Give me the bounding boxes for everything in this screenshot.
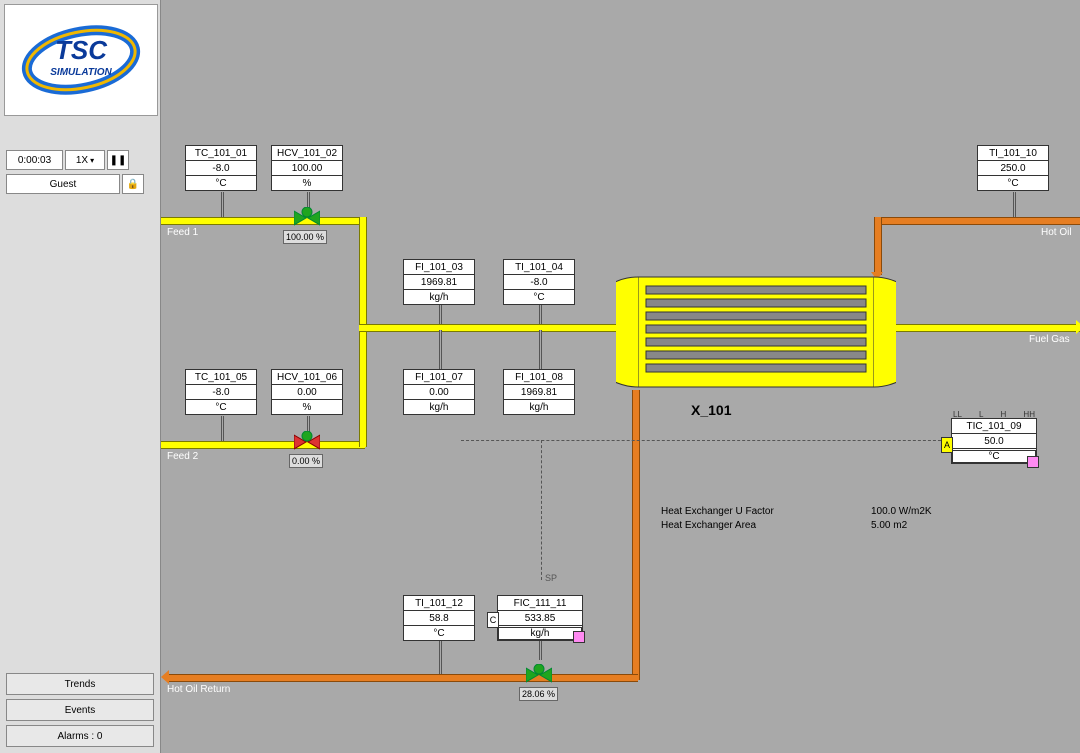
fic-pill — [573, 631, 585, 643]
tag-FIC_111_11[interactable]: FIC_111_11 533.85 kg/h — [497, 596, 583, 641]
line-fuelgas — [890, 324, 1080, 332]
tag-HCV_101_02[interactable]: HCV_101_02100.00% — [271, 146, 343, 191]
label-hotoil: Hot Oil — [1041, 227, 1072, 238]
tag-FI_101_03[interactable]: FI_101_031969.81kg/h — [403, 260, 475, 305]
sp-label: SP — [545, 573, 557, 583]
tag-TC_101_01[interactable]: TC_101_01-8.0°C — [185, 146, 257, 191]
pause-button[interactable]: ❚❚ — [107, 150, 129, 170]
speed-select[interactable]: 1X ▾ — [65, 150, 105, 170]
line-feed2 — [161, 441, 365, 449]
valve2-value: 0.00 % — [289, 454, 323, 468]
label-feed1: Feed 1 — [167, 227, 198, 238]
tag-TI_101_10[interactable]: TI_101_10250.0°C — [977, 146, 1049, 191]
tag-TI_101_12[interactable]: TI_101_1258.8°C — [403, 596, 475, 641]
line-feed2-up — [359, 327, 367, 447]
info-u-val: 100.0 W/m2K — [871, 506, 951, 517]
line-to-hx — [359, 324, 621, 332]
arrow-fuelgas — [1076, 320, 1080, 334]
info-a-val: 5.00 m2 — [871, 520, 951, 531]
info-a-label: Heat Exchanger Area — [661, 520, 756, 531]
sidebar: TSC SIMULATION 0:00:03 1X ▾ ❚❚ Guest 🔒 T… — [0, 0, 161, 753]
line-hotoil-ret-h — [167, 674, 638, 682]
alarms-button[interactable]: Alarms : 0 — [6, 725, 154, 747]
dash-sp — [541, 440, 542, 580]
svg-text:TSC: TSC — [55, 35, 108, 65]
dash-tic — [461, 440, 951, 441]
valve-fic-111-11[interactable] — [526, 664, 552, 686]
tag-FI_101_08[interactable]: FI_101_081969.81kg/h — [503, 370, 575, 415]
tag-HCV_101_06[interactable]: HCV_101_060.00% — [271, 370, 343, 415]
trends-button[interactable]: Trends — [6, 673, 154, 695]
line-hotoil-top — [874, 217, 1080, 225]
user-field[interactable]: Guest — [6, 174, 120, 194]
sim-time: 0:00:03 — [6, 150, 63, 170]
fic-mode-C[interactable]: C — [487, 612, 499, 628]
arrow-hotret — [161, 670, 169, 684]
tic-mode-A[interactable]: A — [941, 437, 953, 453]
valve3-value: 28.06 % — [519, 687, 558, 701]
tag-FI_101_07[interactable]: FI_101_070.00kg/h — [403, 370, 475, 415]
label-feed2: Feed 2 — [167, 451, 198, 462]
process-canvas: X_101 SP TC_101_01-8.0°C HCV_101_02100.0… — [161, 0, 1080, 753]
valve-hcv-101-06[interactable] — [294, 431, 320, 453]
valve-hcv-101-02[interactable] — [294, 207, 320, 229]
valve1-value: 100.00 % — [283, 230, 327, 244]
user-lock-button[interactable]: 🔒 — [122, 174, 144, 194]
info-u-label: Heat Exchanger U Factor — [661, 506, 774, 517]
line-feed1 — [161, 217, 365, 225]
heat-exchanger[interactable] — [616, 272, 896, 392]
label-fuelgas: Fuel Gas — [1029, 334, 1070, 345]
events-button[interactable]: Events — [6, 699, 154, 721]
line-hotoil-ret-v — [632, 390, 640, 680]
tag-TC_101_05[interactable]: TC_101_05-8.0°C — [185, 370, 257, 415]
label-hotret: Hot Oil Return — [167, 684, 230, 695]
line-feed1-down — [359, 217, 367, 327]
hx-label: X_101 — [691, 402, 731, 418]
svg-text:SIMULATION: SIMULATION — [50, 67, 112, 78]
tic-pill — [1027, 456, 1039, 468]
tag-TI_101_04[interactable]: TI_101_04-8.0°C — [503, 260, 575, 305]
tag-TIC_101_09[interactable]: LL L H HH TIC_101_09 50.0 °C — [951, 410, 1037, 464]
line-hotoil-down — [874, 217, 882, 275]
logo: TSC SIMULATION — [4, 4, 158, 116]
